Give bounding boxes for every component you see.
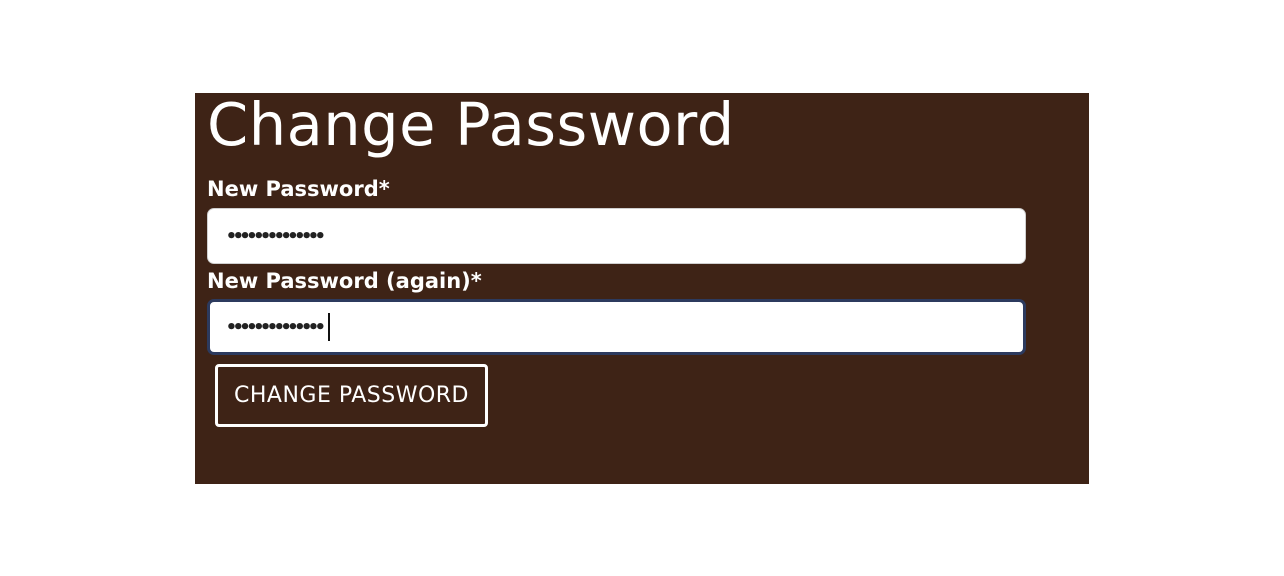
change-password-button[interactable]: CHANGE PASSWORD: [215, 364, 488, 427]
new-password-value: ••••••••••••••: [226, 225, 326, 247]
new-password-again-label: New Password (again)*: [207, 269, 482, 293]
new-password-again-value: ••••••••••••••: [226, 316, 326, 338]
new-password-input[interactable]: ••••••••••••••: [207, 208, 1026, 264]
change-password-panel: Change Password New Password* ••••••••••…: [195, 93, 1089, 484]
new-password-label: New Password*: [207, 177, 390, 201]
text-caret: [327, 313, 330, 341]
new-password-again-input[interactable]: ••••••••••••••: [207, 299, 1026, 355]
page-title: Change Password: [207, 90, 735, 159]
